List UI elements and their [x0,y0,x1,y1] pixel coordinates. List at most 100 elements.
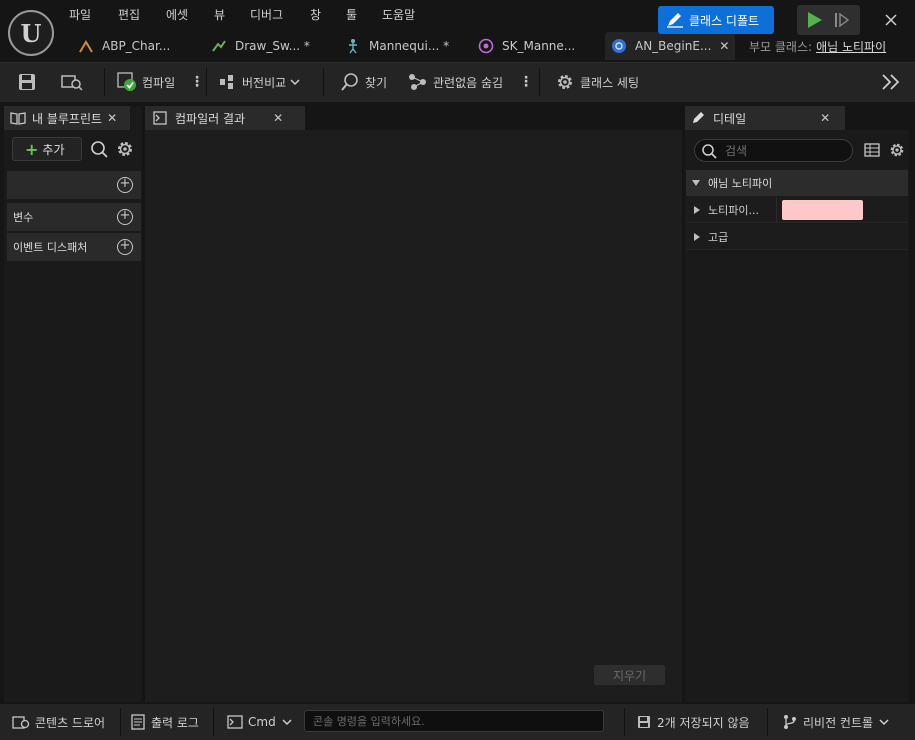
unsaved-assets-button[interactable]: 2개 저장되지 않음 [637,704,750,740]
close-tab-icon[interactable]: ✕ [820,111,830,125]
search-icon[interactable] [89,139,109,159]
tab-mannequin[interactable]: Mannequi... * [345,32,465,60]
save-icon [637,715,651,729]
save-icon [18,73,41,91]
revision-control-button[interactable]: 리비전 컨트롤 [783,704,889,740]
chevron-down-icon [879,718,889,726]
console-command-input[interactable]: 콘솔 명령을 입력하세요. [304,710,604,732]
add-button[interactable]: + 추가 [12,137,82,161]
expand-arrow-icon [694,232,700,241]
tab-details[interactable]: 디테일 ✕ [685,106,845,130]
output-log-button[interactable]: 출력 로그 [131,704,199,740]
parent-class-link[interactable]: 애님 노티파이 [816,38,886,55]
step-icon[interactable] [834,12,850,28]
find-icon [340,72,365,92]
tab-my-blueprint[interactable]: 내 블루프린트 ✕ [4,106,130,130]
tab-draw-sword[interactable]: Draw_Sw... * [211,32,331,60]
diff-icon [219,74,242,90]
diff-button[interactable]: 버전비교 [219,62,305,102]
compiler-results-panel [145,130,682,702]
tab-compiler-results[interactable]: 컴파일러 결과 ✕ [145,106,305,130]
anim-blueprint-icon [78,38,94,54]
tab-sk-mannequin[interactable]: SK_Manne... [478,32,598,60]
unreal-logo-icon[interactable]: U [8,10,54,56]
section-variables[interactable]: 변수 + [7,203,141,231]
category-anim-notify[interactable]: 애님 노티파이 [686,170,908,196]
menu-window[interactable]: 창 [310,6,321,23]
close-tab-icon[interactable]: ✕ [273,111,283,125]
notify-color-swatch[interactable] [782,200,863,220]
section-event-dispatchers[interactable]: 이벤트 디스패처 + [7,233,141,261]
edit-pencil-icon [666,12,684,28]
play-icon[interactable] [806,11,824,29]
book-icon [10,111,26,125]
class-defaults-button[interactable]: 클래스 디폴트 [658,6,774,34]
class-settings-button[interactable]: 클래스 세팅 [555,62,639,102]
compile-options-icon[interactable]: ⋮ [190,62,204,102]
add-circle-icon[interactable]: + [117,177,133,193]
hide-unrelated-options-icon[interactable]: ⋮ [519,62,533,102]
menu-edit[interactable]: 편집 [118,6,140,23]
find-button[interactable]: 찾기 [340,62,387,102]
close-tab-icon[interactable]: ✕ [107,111,117,125]
log-icon [131,714,145,730]
details-search-input[interactable]: 검색 [694,139,853,162]
separator [206,68,207,96]
content-drawer-icon [12,714,30,730]
chevron-down-icon [290,78,305,86]
close-window-icon[interactable] [879,8,903,32]
parent-class: 부모 클래스: 애님 노티파이 [749,38,887,55]
blueprint-class-icon [611,38,627,54]
gear-icon [555,72,580,92]
separator [323,68,324,96]
table-view-icon[interactable] [864,142,880,158]
section-functions[interactable]: + [7,171,141,199]
anim-sequence-icon [211,38,227,54]
category-advanced[interactable]: 고급 [686,224,908,250]
separator [624,708,625,736]
add-circle-icon[interactable]: + [117,209,133,225]
branch-icon [783,714,797,730]
expand-arrow-icon [694,205,700,214]
skeletal-mesh-icon [478,38,494,54]
save-button[interactable] [18,62,41,102]
menu-asset[interactable]: 에셋 [166,6,188,23]
menu-view[interactable]: 뷰 [214,6,225,23]
play-button[interactable] [797,5,860,35]
hide-unrelated-icon [408,73,433,91]
edit-pencil-icon [691,111,707,125]
chevron-down-icon [282,718,292,726]
clear-button[interactable]: 지우기 [594,665,665,685]
separator [213,708,214,736]
compile-button[interactable]: 컴파일 [117,62,175,102]
tab-an-begin-event[interactable]: AN_BeginE... ✕ [605,32,735,60]
separator [104,68,105,96]
folder-search-icon [61,73,88,91]
skeleton-icon [345,38,361,54]
console-icon [227,715,243,729]
content-drawer-button[interactable]: 콘텐츠 드로어 [12,704,105,740]
plus-icon: + [25,139,39,159]
cmd-dropdown[interactable]: Cmd [227,704,292,740]
svg-text:U: U [21,19,42,48]
collapse-arrow-icon [692,180,700,186]
separator [539,68,540,96]
compile-ok-icon [117,72,142,92]
more-toolbar-icon[interactable] [881,62,906,102]
browse-button[interactable] [61,62,88,102]
close-tab-icon[interactable]: ✕ [719,39,729,53]
search-icon [701,143,717,159]
menu-file[interactable]: 파일 [69,6,91,23]
tab-abp-character[interactable]: ABP_Char... [78,32,198,60]
hide-unrelated-button[interactable]: 관련없음 숨김 [408,62,503,102]
separator [767,708,768,736]
menu-tools[interactable]: 툴 [346,6,357,23]
settings-gear-icon[interactable] [888,141,906,159]
add-circle-icon[interactable]: + [117,239,133,255]
separator [120,708,121,736]
separator [776,197,777,223]
console-icon [153,111,167,125]
settings-gear-icon[interactable] [115,139,135,159]
menu-help[interactable]: 도움말 [382,6,415,23]
menu-debug[interactable]: 디버그 [250,6,283,23]
